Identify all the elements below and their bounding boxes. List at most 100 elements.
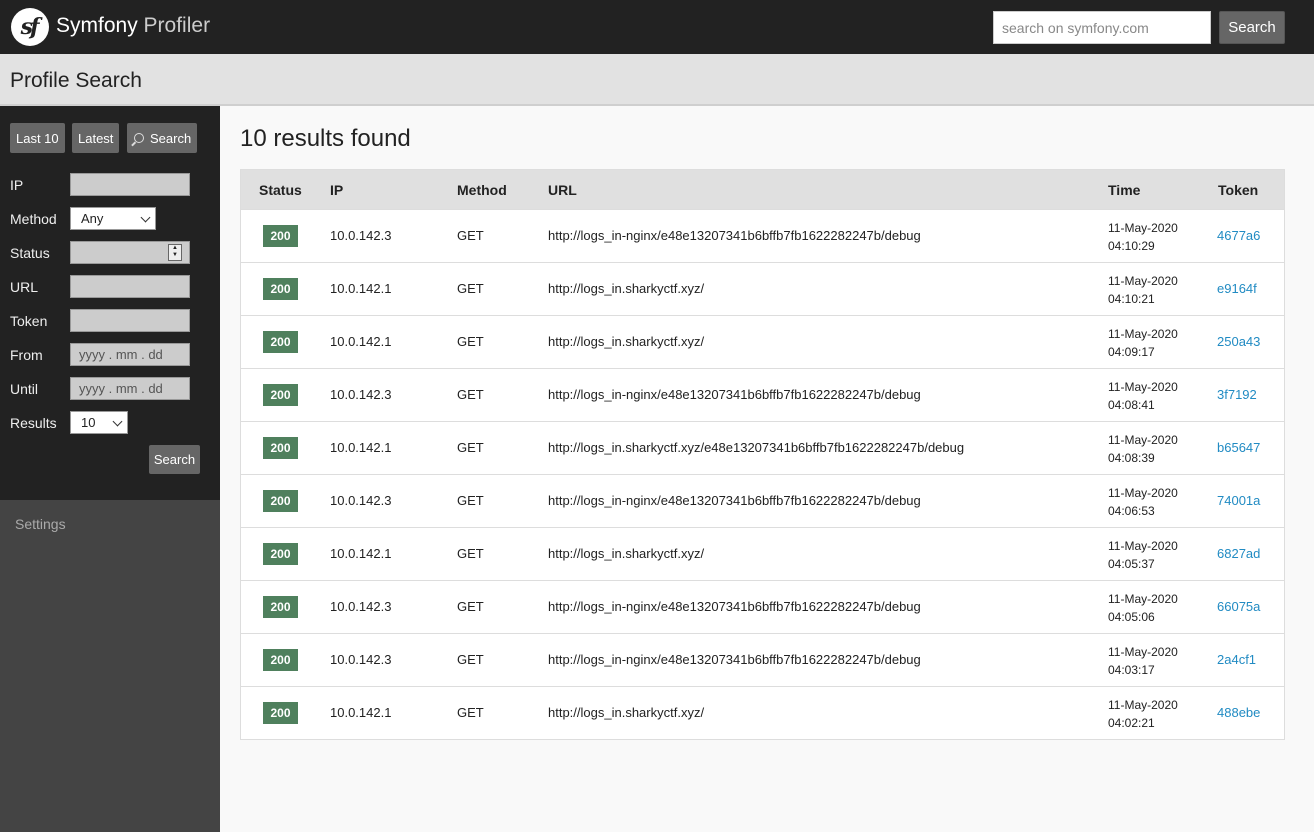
results-table: Status IP Method URL Time Token 200 10.0.… <box>240 169 1285 740</box>
ip-cell: 10.0.142.3 <box>330 493 392 508</box>
token-link[interactable]: b65647 <box>1217 440 1260 455</box>
brand[interactable]: Symfony Profiler <box>56 14 210 38</box>
sidebar: Last 10 Latest Search IP Method Any Stat… <box>0 106 220 832</box>
status-badge: 200 <box>263 225 298 247</box>
column-ip: IP <box>330 182 344 198</box>
time-text: 04:05:06 <box>1108 610 1155 624</box>
results-select[interactable]: 10 <box>70 411 128 434</box>
search-submit-button[interactable]: Search <box>149 445 200 474</box>
latest-button[interactable]: Latest <box>72 123 120 153</box>
token-link[interactable]: 66075a <box>1217 599 1260 614</box>
date-text: 11-May-2020 <box>1108 380 1178 394</box>
url-cell: http://logs_in.sharkyctf.xyz/ <box>548 334 705 349</box>
column-method: Method <box>457 182 507 198</box>
search-icon <box>134 133 144 143</box>
until-date-field[interactable]: yyyy . mm . dd <box>70 377 190 400</box>
table-body: 200 10.0.142.3 GET http://logs_in-nginx/e48… <box>241 209 1284 739</box>
symfony-logo-icon[interactable]: sf <box>11 8 49 46</box>
method-cell: GET <box>457 705 484 720</box>
status-label: Status <box>10 245 50 261</box>
time-cell: 11-May-2020 04:08:39 <box>1108 431 1178 467</box>
date-text: 11-May-2020 <box>1108 433 1178 447</box>
settings-link[interactable]: Settings <box>15 516 66 532</box>
date-text: 11-May-2020 <box>1108 274 1178 288</box>
token-link[interactable]: 6827ad <box>1217 546 1260 561</box>
token-link[interactable]: e9164f <box>1217 281 1257 296</box>
method-cell: GET <box>457 652 484 667</box>
ip-cell: 10.0.142.3 <box>330 228 392 243</box>
date-text: 11-May-2020 <box>1108 486 1178 500</box>
token-link[interactable]: 488ebe <box>1217 705 1260 720</box>
token-field[interactable] <box>70 309 190 332</box>
status-badge: 200 <box>263 490 298 512</box>
token-link[interactable]: 2a4cf1 <box>1217 652 1256 667</box>
token-label: Token <box>10 313 48 329</box>
method-cell: GET <box>457 599 484 614</box>
url-field[interactable] <box>70 275 190 298</box>
from-date-field[interactable]: yyyy . mm . dd <box>70 343 190 366</box>
table-row: 200 10.0.142.1 GET http://logs_in.sharkyctf… <box>241 315 1284 368</box>
token-link[interactable]: 3f7192 <box>1217 387 1257 402</box>
method-cell: GET <box>457 228 484 243</box>
results-label: Results <box>10 415 57 431</box>
summary-bar: Profile Search <box>0 54 1314 106</box>
url-cell: http://logs_in-nginx/e48e13207341b6bffb7… <box>548 228 921 243</box>
ip-cell: 10.0.142.3 <box>330 652 392 667</box>
url-cell: http://logs_in.sharkyctf.xyz/e48e1320734… <box>548 440 965 455</box>
search-panel: Last 10 Latest Search IP Method Any Stat… <box>0 106 220 500</box>
ip-cell: 10.0.142.3 <box>330 599 392 614</box>
status-badge: 200 <box>263 331 298 353</box>
method-value: Any <box>81 211 104 226</box>
method-cell: GET <box>457 334 484 349</box>
column-time: Time <box>1108 182 1141 198</box>
logo-text: sf <box>20 14 40 40</box>
url-cell: http://logs_in-nginx/e48e13207341b6bffb7… <box>548 652 921 667</box>
token-link[interactable]: 74001a <box>1217 493 1260 508</box>
symfony-search-input[interactable] <box>993 11 1211 44</box>
time-text: 04:10:29 <box>1108 239 1155 253</box>
brand-light: Profiler <box>143 14 211 37</box>
table-row: 200 10.0.142.3 GET http://logs_in-nginx/e48… <box>241 209 1284 262</box>
search-tab-button[interactable]: Search <box>127 123 198 153</box>
table-header: Status IP Method URL Time Token <box>241 170 1284 209</box>
url-cell: http://logs_in-nginx/e48e13207341b6bffb7… <box>548 387 921 402</box>
ip-label: IP <box>10 177 24 193</box>
ip-cell: 10.0.142.3 <box>330 387 392 402</box>
date-text: 11-May-2020 <box>1108 539 1178 553</box>
token-link[interactable]: 250a43 <box>1217 334 1260 349</box>
time-text: 04:10:21 <box>1108 292 1155 306</box>
time-text: 04:08:41 <box>1108 398 1155 412</box>
time-text: 04:06:53 <box>1108 504 1155 518</box>
status-badge: 200 <box>263 543 298 565</box>
ip-field[interactable] <box>70 173 190 196</box>
ip-cell: 10.0.142.1 <box>330 440 392 455</box>
time-cell: 11-May-2020 04:06:53 <box>1108 484 1178 520</box>
status-badge: 200 <box>263 596 298 618</box>
status-field[interactable]: ▲ ▼ <box>70 241 190 264</box>
symfony-search-button[interactable]: Search <box>1219 11 1285 44</box>
date-text: 11-May-2020 <box>1108 698 1178 712</box>
method-select[interactable]: Any <box>70 207 156 230</box>
ip-cell: 10.0.142.1 <box>330 281 392 296</box>
spinner-icon[interactable]: ▲ ▼ <box>168 244 182 261</box>
url-cell: http://logs_in-nginx/e48e13207341b6bffb7… <box>548 599 921 614</box>
last-10-button[interactable]: Last 10 <box>10 123 65 153</box>
status-badge: 200 <box>263 649 298 671</box>
status-badge: 200 <box>263 437 298 459</box>
ip-cell: 10.0.142.1 <box>330 546 392 561</box>
column-token: Token <box>1218 182 1259 198</box>
time-text: 04:08:39 <box>1108 451 1155 465</box>
status-badge: 200 <box>263 702 298 724</box>
column-status: Status <box>259 182 302 198</box>
method-cell: GET <box>457 493 484 508</box>
method-cell: GET <box>457 546 484 561</box>
time-text: 04:05:37 <box>1108 557 1155 571</box>
time-cell: 11-May-2020 04:03:17 <box>1108 643 1178 679</box>
page-title: Profile Search <box>10 69 142 92</box>
url-cell: http://logs_in.sharkyctf.xyz/ <box>548 281 705 296</box>
chevron-down-icon <box>112 416 123 427</box>
time-cell: 11-May-2020 04:05:37 <box>1108 537 1178 573</box>
time-cell: 11-May-2020 04:10:21 <box>1108 272 1178 308</box>
date-text: 11-May-2020 <box>1108 592 1178 606</box>
token-link[interactable]: 4677a6 <box>1217 228 1260 243</box>
